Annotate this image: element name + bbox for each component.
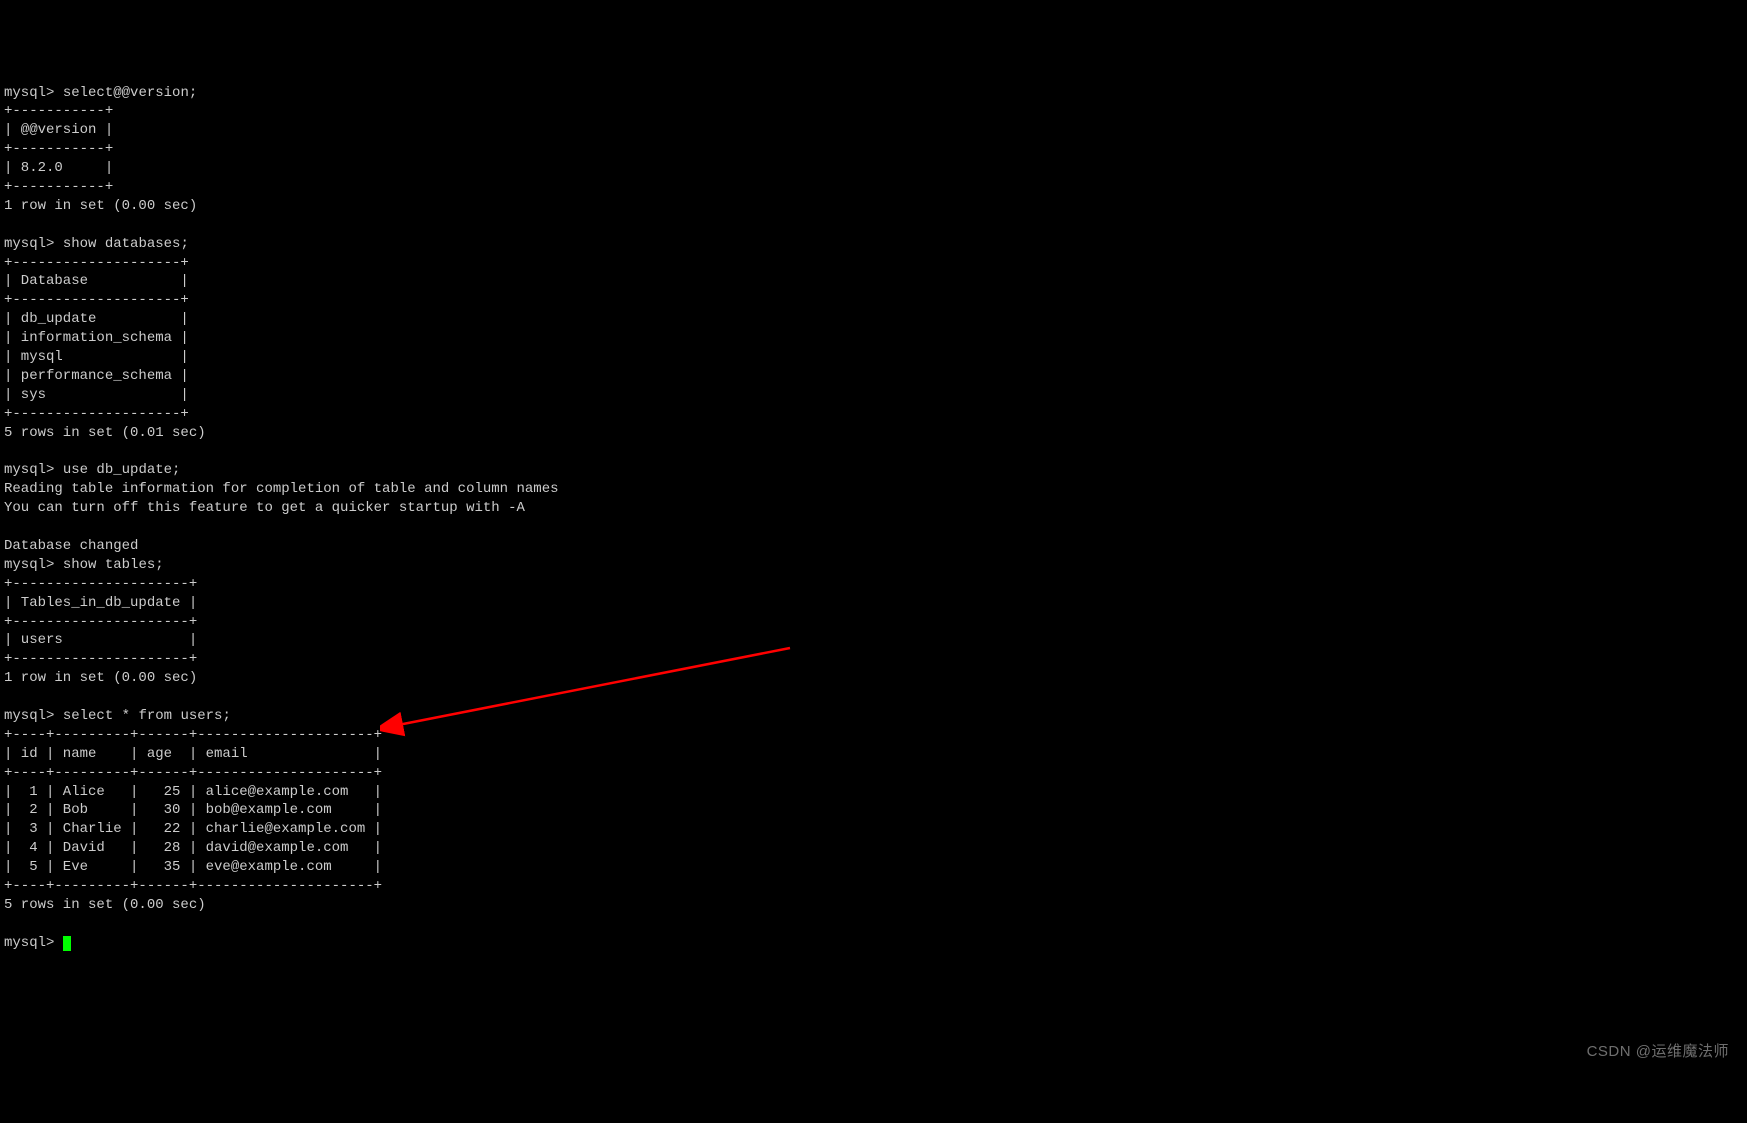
line: mysql> show tables; [4,557,164,573]
prompt-line[interactable]: mysql> [4,935,71,951]
terminal-output: mysql> select@@version; +-----------+ | … [4,84,1743,953]
line: | Database | [4,273,189,289]
line: | 5 | Eve | 35 | eve@example.com | [4,859,382,875]
line: 5 rows in set (0.00 sec) [4,897,206,913]
line: +---------------------+ [4,651,197,667]
line: +---------------------+ [4,614,197,630]
line: | db_update | [4,311,189,327]
line: 1 row in set (0.00 sec) [4,198,197,214]
line: | sys | [4,387,189,403]
line: | id | name | age | email | [4,746,382,762]
line: +--------------------+ [4,406,189,422]
line: | mysql | [4,349,189,365]
line: +----+---------+------+-----------------… [4,878,382,894]
cursor-icon [63,936,71,951]
watermark: CSDN @运维魔法师 [1587,1042,1729,1062]
line: +-----------+ [4,103,113,119]
line: 5 rows in set (0.01 sec) [4,425,206,441]
line: +-----------+ [4,141,113,157]
line: | users | [4,632,197,648]
line: | 2 | Bob | 30 | bob@example.com | [4,802,382,818]
line: +----+---------+------+-----------------… [4,765,382,781]
line: mysql> show databases; [4,236,189,252]
line: | 8.2.0 | [4,160,113,176]
line: 1 row in set (0.00 sec) [4,670,197,686]
line: | 4 | David | 28 | david@example.com | [4,840,382,856]
line: +-----------+ [4,179,113,195]
line: | information_schema | [4,330,189,346]
line: mysql> select * from users; [4,708,231,724]
line: mysql> use db_update; [4,462,180,478]
line: | 3 | Charlie | 22 | charlie@example.com… [4,821,382,837]
line: Reading table information for completion… [4,481,559,497]
line: | @@version | [4,122,113,138]
line: | 1 | Alice | 25 | alice@example.com | [4,784,382,800]
line: Database changed [4,538,138,554]
line: +----+---------+------+-----------------… [4,727,382,743]
line: +--------------------+ [4,292,189,308]
line: You can turn off this feature to get a q… [4,500,525,516]
line: | Tables_in_db_update | [4,595,197,611]
line: | performance_schema | [4,368,189,384]
line: +--------------------+ [4,255,189,271]
line: mysql> select@@version; [4,85,197,101]
line: +---------------------+ [4,576,197,592]
